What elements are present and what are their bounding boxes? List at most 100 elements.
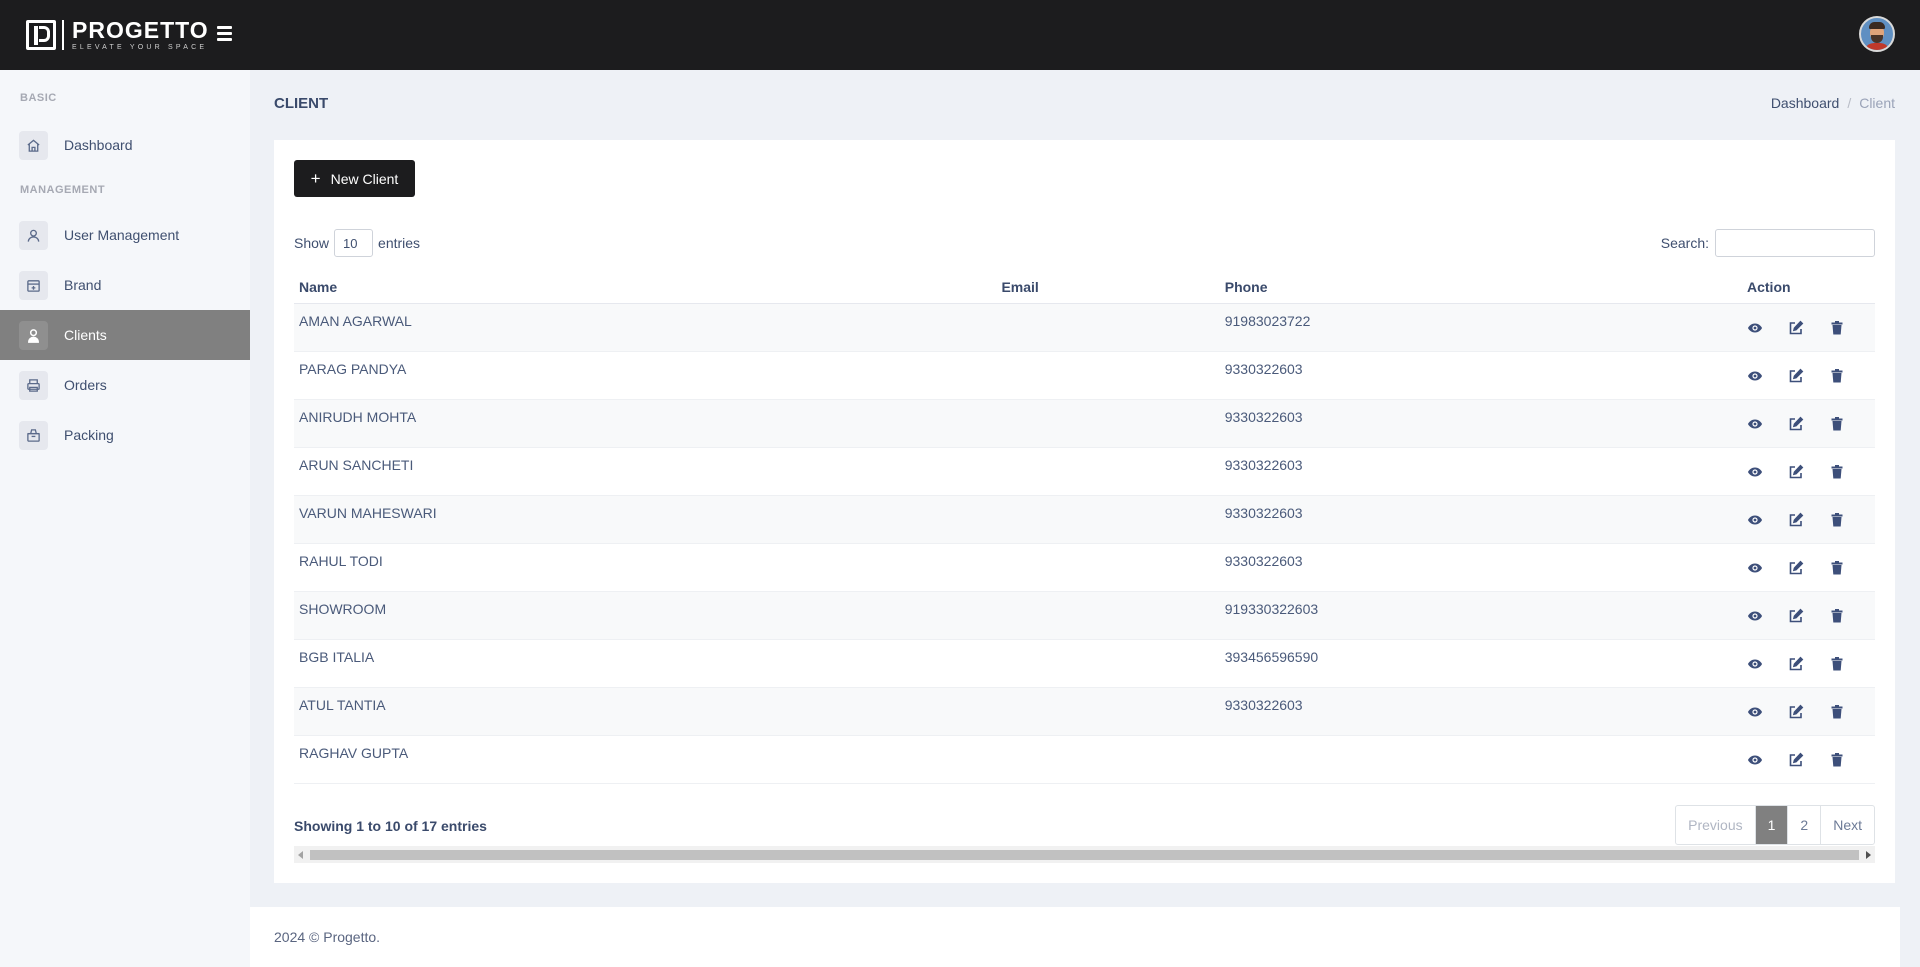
footer: 2024 © Progetto. xyxy=(250,907,1900,967)
column-header-phone[interactable]: Phone xyxy=(1219,270,1742,304)
scroll-right-icon[interactable] xyxy=(1866,851,1871,859)
search-input[interactable] xyxy=(1715,229,1875,257)
sidebar-item-label: Orders xyxy=(64,377,107,393)
trash-icon[interactable] xyxy=(1829,464,1845,480)
page-1-button[interactable]: 1 xyxy=(1754,806,1788,844)
edit-icon[interactable] xyxy=(1788,704,1804,720)
cell-actions xyxy=(1742,543,1875,592)
cell-name: VARUN MAHESWARI xyxy=(294,495,997,544)
next-page-button[interactable]: Next xyxy=(1820,806,1874,844)
edit-icon[interactable] xyxy=(1788,752,1804,768)
eye-icon[interactable] xyxy=(1747,656,1763,672)
brand-logo[interactable]: PROGETTO ELEVATE YOUR SPACE xyxy=(26,19,209,51)
user-icon xyxy=(19,220,48,250)
trash-icon[interactable] xyxy=(1829,416,1845,432)
sidebar-section-management: MANAGEMENT xyxy=(20,184,106,196)
column-header-name[interactable]: Name xyxy=(294,270,997,304)
table-row: ARUN SANCHETI 9330322603 xyxy=(294,447,1875,496)
show-label: Show xyxy=(294,235,330,251)
edit-icon[interactable] xyxy=(1788,368,1804,384)
page-size-control: Show 10 entries xyxy=(294,229,420,257)
sidebar-item-dashboard[interactable]: Dashboard xyxy=(0,120,250,170)
eye-icon[interactable] xyxy=(1747,416,1763,432)
cell-phone xyxy=(1219,735,1742,784)
column-header-email[interactable]: Email xyxy=(996,270,1220,304)
sidebar-item-brand[interactable]: Brand xyxy=(0,260,250,310)
trash-icon[interactable] xyxy=(1829,320,1845,336)
printer-icon xyxy=(19,370,48,400)
scroll-left-icon[interactable] xyxy=(298,851,303,859)
eye-icon[interactable] xyxy=(1747,560,1763,576)
eye-icon[interactable] xyxy=(1747,464,1763,480)
cell-email xyxy=(996,399,1220,448)
scrollbar-thumb[interactable] xyxy=(310,850,1859,860)
search-control: Search: xyxy=(1661,229,1875,257)
breadcrumb-home-link[interactable]: Dashboard xyxy=(1771,95,1840,111)
page-size-select[interactable]: 10 xyxy=(334,229,374,257)
brand-name: PROGETTO xyxy=(72,17,209,43)
page-title: CLIENT xyxy=(274,95,329,112)
cell-phone: 919330322603 xyxy=(1219,591,1742,640)
new-client-button[interactable]: + New Client xyxy=(294,160,415,197)
column-header-action: Action xyxy=(1742,270,1875,304)
clients-table: Name Email Phone Action AMAN AGARWAL 9198… xyxy=(294,270,1875,784)
cell-email xyxy=(996,447,1220,496)
edit-icon[interactable] xyxy=(1788,656,1804,672)
previous-page-button[interactable]: Previous xyxy=(1676,806,1754,844)
trash-icon[interactable] xyxy=(1829,656,1845,672)
brand-tagline: ELEVATE YOUR SPACE xyxy=(72,44,208,51)
horizontal-scrollbar[interactable] xyxy=(294,846,1875,863)
edit-icon[interactable] xyxy=(1788,608,1804,624)
page-2-button[interactable]: 2 xyxy=(1787,806,1820,844)
cell-name: BGB ITALIA xyxy=(294,639,997,688)
menu-toggle-icon[interactable] xyxy=(217,26,232,41)
logo-divider xyxy=(62,20,64,50)
sidebar-item-label: User Management xyxy=(64,227,180,243)
search-label: Search: xyxy=(1660,235,1709,251)
home-icon xyxy=(19,130,48,160)
edit-icon[interactable] xyxy=(1788,560,1804,576)
table-row: ANIRUDH MOHTA 9330322603 xyxy=(294,399,1875,448)
eye-icon[interactable] xyxy=(1747,752,1763,768)
trash-icon[interactable] xyxy=(1829,704,1845,720)
edit-icon[interactable] xyxy=(1788,464,1804,480)
trash-icon[interactable] xyxy=(1829,368,1845,384)
cell-email xyxy=(996,303,1220,352)
table-row: RAHUL TODI 9330322603 xyxy=(294,543,1875,592)
edit-icon[interactable] xyxy=(1788,320,1804,336)
trash-icon[interactable] xyxy=(1829,752,1845,768)
entries-info: Showing 1 to 10 of 17 entries xyxy=(294,818,487,834)
trash-icon[interactable] xyxy=(1829,560,1845,576)
cell-actions xyxy=(1742,303,1875,352)
eye-icon[interactable] xyxy=(1747,704,1763,720)
cell-email xyxy=(996,687,1220,736)
table-row: PARAG PANDYA 9330322603 xyxy=(294,351,1875,400)
cell-name: ATUL TANTIA xyxy=(294,687,997,736)
eye-icon[interactable] xyxy=(1747,368,1763,384)
cell-phone: 9330322603 xyxy=(1219,495,1742,544)
cell-email xyxy=(996,735,1220,784)
cell-email xyxy=(996,543,1220,592)
cell-email xyxy=(996,495,1220,544)
sidebar-item-orders[interactable]: Orders xyxy=(0,360,250,410)
eye-icon[interactable] xyxy=(1747,608,1763,624)
footer-copyright: 2024 © Progetto. xyxy=(274,929,381,945)
eye-icon[interactable] xyxy=(1747,320,1763,336)
trash-icon[interactable] xyxy=(1829,512,1845,528)
eye-icon[interactable] xyxy=(1747,512,1763,528)
cell-actions xyxy=(1742,687,1875,736)
cell-name: AMAN AGARWAL xyxy=(294,303,997,352)
edit-icon[interactable] xyxy=(1788,512,1804,528)
sidebar-item-packing[interactable]: Packing xyxy=(0,410,250,460)
user-avatar[interactable] xyxy=(1859,16,1895,52)
sidebar: BASIC Dashboard MANAGEMENT User Manageme… xyxy=(0,70,250,967)
sidebar-item-label: Clients xyxy=(64,327,107,343)
cell-phone: 91983023722 xyxy=(1219,303,1742,352)
cell-phone: 9330322603 xyxy=(1219,447,1742,496)
cell-name: ARUN SANCHETI xyxy=(294,447,997,496)
cell-phone: 9330322603 xyxy=(1219,543,1742,592)
edit-icon[interactable] xyxy=(1788,416,1804,432)
sidebar-item-user-management[interactable]: User Management xyxy=(0,210,250,260)
trash-icon[interactable] xyxy=(1829,608,1845,624)
sidebar-item-clients[interactable]: Clients xyxy=(0,310,250,360)
